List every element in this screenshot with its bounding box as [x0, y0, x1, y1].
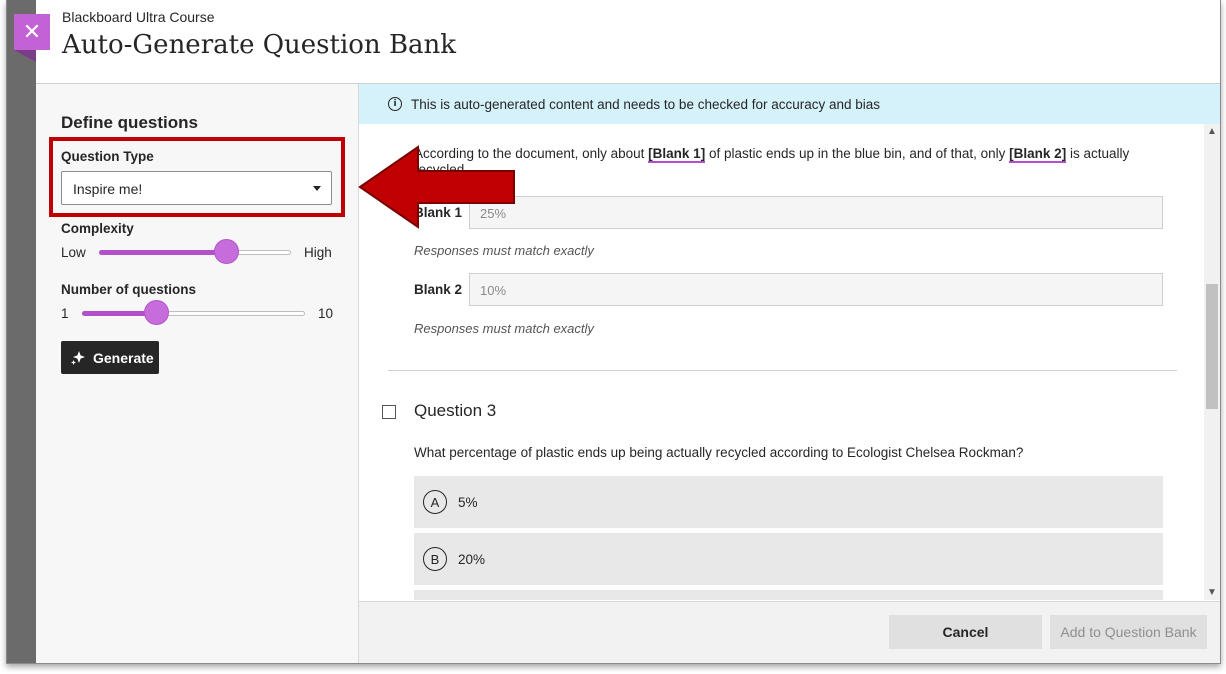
define-questions-panel: Define questions Question Type Inspire m…: [36, 84, 359, 663]
blank-2-answer-field[interactable]: 10%: [469, 273, 1163, 306]
generate-button-label: Generate: [93, 349, 154, 366]
number-slider-thumb[interactable]: [144, 300, 169, 325]
blank-1-reference: [Blank 1]: [648, 146, 706, 163]
complexity-slider-fill: [99, 250, 226, 255]
blank-2-match-note: Responses must match exactly: [414, 321, 594, 336]
annotation-highlight-box: [49, 137, 345, 217]
info-icon: i: [388, 97, 402, 111]
answer-option[interactable]: B 20%: [414, 533, 1163, 585]
complexity-high-label: High: [304, 245, 332, 260]
banner-text: This is auto-generated content and needs…: [411, 96, 881, 112]
course-name: Blackboard Ultra Course: [62, 9, 215, 25]
cancel-button[interactable]: Cancel: [889, 615, 1042, 649]
dialog-frame: Blackboard Ultra Course Auto-Generate Qu…: [6, 0, 1221, 664]
scrollbar-thumb[interactable]: [1206, 284, 1218, 409]
number-min-label: 1: [61, 306, 69, 321]
number-of-questions-label: Number of questions: [61, 282, 197, 297]
annotation-arrow-icon: [358, 145, 515, 229]
add-to-question-bank-button[interactable]: Add to Question Bank: [1050, 615, 1207, 649]
content-scrollbar[interactable]: ▲ ▼: [1204, 124, 1220, 600]
close-button[interactable]: ✕: [14, 14, 50, 50]
blank-2-reference: [Blank 2]: [1009, 146, 1067, 163]
close-icon: ✕: [22, 19, 42, 44]
complexity-low-label: Low: [61, 245, 86, 260]
answer-option-partial[interactable]: [414, 590, 1163, 600]
left-gutter: [7, 0, 36, 663]
question-3-title: Question 3: [414, 401, 497, 420]
scroll-down-arrow-icon[interactable]: ▼: [1207, 587, 1217, 598]
question-3-checkbox[interactable]: [382, 405, 396, 419]
option-letter: A: [423, 490, 447, 514]
q2-text-mid: of plastic ends up in the blue bin, and …: [708, 146, 1006, 161]
dialog-footer: Cancel Add to Question Bank: [359, 601, 1220, 663]
option-letter: B: [423, 547, 447, 571]
close-tab-fold: [14, 50, 36, 62]
page-title: Auto-Generate Question Bank: [62, 30, 457, 60]
question-divider: [388, 370, 1177, 371]
blank-1-match-note: Responses must match exactly: [414, 243, 594, 258]
blank-2-label: Blank 2: [414, 282, 463, 297]
answer-option[interactable]: A 5%: [414, 476, 1163, 528]
question-2-text: According to the document, only about [B…: [414, 146, 1134, 178]
option-text: 5%: [458, 494, 478, 510]
panel-title: Define questions: [61, 113, 198, 132]
blank-1-answer-field[interactable]: 25%: [469, 196, 1163, 229]
ai-disclaimer-banner: i This is auto-generated content and nee…: [359, 84, 1220, 124]
number-max-label: 10: [318, 306, 334, 321]
sparkle-icon: [71, 350, 85, 365]
complexity-slider-thumb[interactable]: [214, 239, 239, 264]
scroll-up-arrow-icon[interactable]: ▲: [1207, 126, 1217, 137]
question-3-text: What percentage of plastic ends up being…: [414, 445, 1024, 460]
complexity-label: Complexity: [61, 221, 134, 236]
dialog-header: Blackboard Ultra Course Auto-Generate Qu…: [36, 0, 1220, 84]
option-text: 20%: [458, 551, 486, 567]
generate-button[interactable]: Generate: [61, 341, 159, 374]
